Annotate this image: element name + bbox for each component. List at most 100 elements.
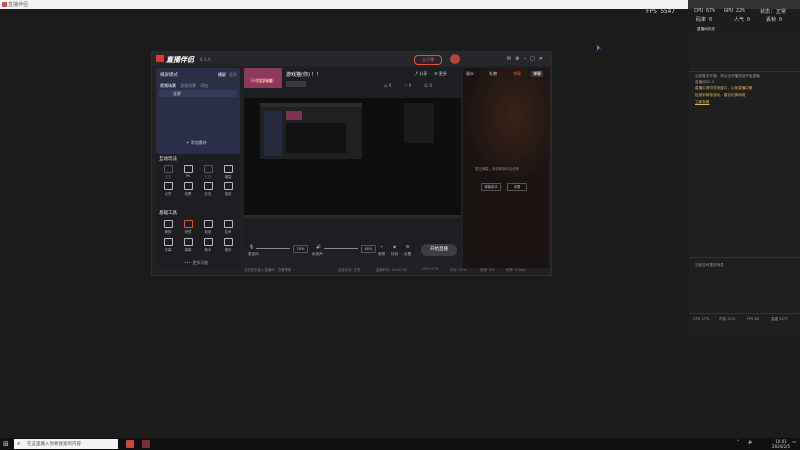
room-stat-1: ◎ 0 [384,83,392,88]
version-label: 8.3.4 [200,57,211,62]
chat-tab-danmaku[interactable]: 弹幕 [513,71,521,77]
interact-item-2[interactable]: PK [179,165,197,178]
tool-item-label: 贴纸 [204,230,212,234]
live-preview[interactable] [244,98,461,218]
user-avatar[interactable] [450,54,460,64]
interact-item-6[interactable]: 投票 [179,182,197,196]
tool-item-5[interactable]: 字幕 [159,238,177,252]
interact-item-5[interactable]: 点赞 [159,182,177,196]
chat-settings-button[interactable]: 设置 [507,183,527,191]
category-tag[interactable] [286,81,306,87]
right-panel-divider [689,71,800,72]
more-features-button[interactable]: ••• 更多功能 [184,260,208,266]
cover-text: 一下文字标题 [250,78,275,83]
app-title-bar: 直播伴侣 [0,0,800,9]
chat-tab-gifts[interactable]: 礼物 [489,71,497,77]
tool-item-1[interactable]: 美颜 [159,220,177,234]
tool-item-label: 滤镜 [184,230,192,234]
left-panel: 横屏模式 横屏 竖屏 视频场景 游戏场景 添加 全屏 + 添加素材 互动玩法 连… [156,68,240,268]
tab-landscape[interactable]: 横屏 [218,72,226,78]
room-stat-3: ☺ 0 [424,83,432,88]
tool-item-3[interactable]: 贴纸 [199,220,217,234]
speaker-icon[interactable]: 🔊 [316,244,321,249]
mic-volume-slider[interactable] [256,248,290,249]
right-panel-link[interactable]: 立即查看 [695,100,709,105]
room-cover[interactable]: 一下文字标题 [244,68,282,88]
add-material-button[interactable]: + 添加素材 [186,140,207,146]
tab-game-scene[interactable]: 游戏场景 [180,83,196,89]
tool-item-2[interactable]: 滤镜 [179,220,197,234]
interact-item-3[interactable]: 礼物 [199,165,217,179]
tool-item-6[interactable]: 弹幕 [179,238,197,252]
subtitle-icon [163,238,173,246]
tool-item-8[interactable]: 更多 [219,238,237,252]
taskbar-clock[interactable]: 10:01 2024/2/5 [772,439,790,449]
effects-icon[interactable]: ◈ [393,244,396,249]
system-volume-slider[interactable] [324,248,358,249]
chat-tab-audience[interactable]: 观众 [466,71,474,77]
interact-item-label: 连麦 [164,175,172,179]
interact-item-label: 投票 [184,192,192,196]
right-panel-fps: FPS 60 [747,317,760,321]
footer-tip[interactable]: 当前暂未接入直播间 · 查看帮助 [244,267,291,272]
more-menu-icon[interactable]: ☰ 更多 [434,71,447,77]
notification-icon[interactable]: ▭ [792,440,796,445]
tool-item-7[interactable]: 助手 [199,238,217,252]
interact-item-label: 红包 [204,192,212,196]
tray-chevron-icon[interactable]: ⌃ [736,440,740,445]
lottery-icon [223,182,233,190]
tab-add-scene[interactable]: 添加 [200,83,208,89]
bitrate-readout: 码率 0 [696,17,713,23]
scene-item[interactable]: 全屏 [159,90,237,97]
logo-icon [156,55,164,62]
danmaku-assistant-button[interactable]: 弹幕助手 [481,183,501,191]
windows-start-icon[interactable]: ⊞ [3,440,9,448]
interact-item-8[interactable]: 抽奖 [219,182,237,196]
room-title[interactable]: 游戏猫(你) ！！ [286,71,322,78]
chat-panel: 观众 礼物 弹幕 弹幕 暂无弹幕，快去和观众互动吧 弹幕助手 设置 [463,68,549,268]
close-icon[interactable]: ✕ [539,56,547,62]
search-placeholder: 在这里输入你要搜索的内容 [27,442,81,447]
right-panel-line2: 直播间ID: 0 [695,80,715,84]
red-packet-icon [203,182,213,190]
mic-volume-value[interactable]: 70% [293,245,308,253]
mic-link-icon [163,165,173,173]
maximize-icon[interactable]: □ [530,56,539,62]
tab-video-scene[interactable]: 视频场景 [160,83,176,89]
sticker-icon [203,220,213,228]
dropped-frames-readout: 丢帧 0 [766,17,783,23]
scene-panel: 横屏模式 横屏 竖屏 视频场景 游戏场景 添加 全屏 + 添加素材 [156,68,240,154]
tray-volume-icon[interactable]: 🔈 [748,440,754,445]
search-icon: ⌕ [17,440,21,447]
tool-item-label: 更多 [224,248,232,252]
more-tools-icon [223,238,233,246]
mode-selector[interactable]: 横屏模式 [160,72,178,78]
mic-icon[interactable]: 🎙 [249,244,254,249]
right-status-panel: 直播间状态 当前暂未开播，请点击开播按钮开始直播 直播间ID: 0 直播中请勿关… [689,27,800,337]
start-live-button[interactable]: 开始直播 [421,244,457,256]
right-panel-warning1: 直播中请勿关闭窗口，以免直播中断 [695,86,753,90]
status-item: 连接状态: 正常 [338,268,361,272]
taskbar-app-live-companion-icon[interactable] [126,440,134,448]
right-panel-memory: 内存 52% [719,317,736,321]
right-panel-title: 直播间状态 [697,27,715,31]
settings-control-icon[interactable]: ⚙ [406,244,410,249]
interact-item-4[interactable]: 福袋 [219,165,237,179]
share-icon[interactable]: ⤴ 分享 [414,71,427,77]
chat-tab-active[interactable]: 弹幕 [531,71,543,77]
tool-item-label: 变声 [224,230,232,234]
right-panel-cpu: CPU 17% [693,317,710,321]
beauty-control-icon[interactable]: ✦ [380,244,383,249]
tool-item-4[interactable]: 变声 [219,220,237,234]
interact-item-7[interactable]: 红包 [199,182,217,196]
interact-item-1[interactable]: 连麦 [159,165,177,179]
taskbar-search-box[interactable]: ⌕ 在这里输入你要搜索的内容 [14,439,118,449]
taskbar-app-second-icon[interactable] [142,440,150,448]
settings-icon[interactable]: ⚙ [515,56,523,62]
beauty-control-label: 美颜 [378,252,386,256]
go-live-button[interactable]: 去开播 [414,55,442,65]
system-volume-value[interactable]: 40% [361,245,376,253]
tab-portrait[interactable]: 竖屏 [229,72,237,78]
right-panel-line1: 当前暂未开播，请点击开播按钮开始直播 [695,74,760,78]
message-icon[interactable]: ✉ [507,56,515,62]
